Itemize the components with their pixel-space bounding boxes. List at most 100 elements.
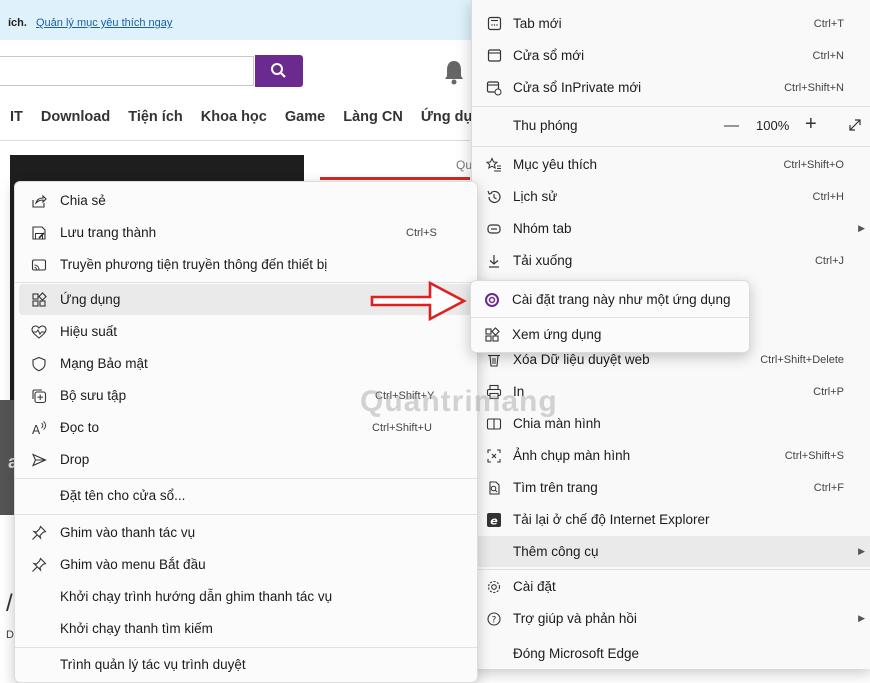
menu-item-ie-mode[interactable]: e Tải lại ở chế độ Internet Explorer <box>472 504 870 535</box>
menu-item-history[interactable]: Lịch sử Ctrl+H <box>472 181 870 212</box>
notice-text: ích. <box>8 17 27 29</box>
menu-label: Cài đặt <box>513 579 556 594</box>
menu-item-downloads[interactable]: Tải xuống Ctrl+J <box>472 245 870 276</box>
menu-item-install-app[interactable]: Cài đặt trang này như một ứng dụng <box>471 284 749 315</box>
section-underline <box>320 177 470 180</box>
menu-divider <box>472 106 870 107</box>
menu-item-drop[interactable]: Drop <box>15 444 477 475</box>
menu-label: Lịch sử <box>513 189 558 204</box>
zoom-value: 100% <box>756 118 790 133</box>
menu-item-view-apps[interactable]: Xem ứng dụng <box>471 319 749 350</box>
zoom-out-button[interactable]: — <box>724 117 739 134</box>
zoom-in-button[interactable]: + <box>805 113 817 136</box>
menu-label: Tải lại ở chế độ Internet Explorer <box>513 512 710 527</box>
install-app-icon <box>483 291 501 309</box>
share-icon <box>30 192 48 210</box>
nav-item[interactable]: Làng CN <box>343 109 403 125</box>
shortcut-text: Ctrl+N <box>812 49 844 62</box>
collections-icon <box>30 387 48 405</box>
nav-item[interactable]: Tiện ích <box>128 109 183 125</box>
apps-icon <box>30 291 48 309</box>
apps-submenu: Cài đặt trang này như một ứng dụng Xem ứ… <box>470 280 750 353</box>
menu-label: Tải xuống <box>513 253 573 268</box>
menu-item-task-manager[interactable]: Trình quản lý tác vụ trình duyệt <box>15 649 477 680</box>
menu-label: Đặt tên cho cửa sổ... <box>60 488 186 503</box>
more-tools-submenu: Chia sẻ Lưu trang thành Ctrl+S Truyền ph… <box>14 181 478 683</box>
menu-label: Tab mới <box>513 16 562 31</box>
menu-item-screenshot[interactable]: Ảnh chụp màn hình Ctrl+Shift+S <box>472 440 870 471</box>
menu-item-find[interactable]: Tìm trên trang Ctrl+F <box>472 472 870 503</box>
shortcut-text: Ctrl+P <box>813 385 844 398</box>
manage-favorites-link[interactable]: Quản lý mục yêu thích ngay <box>36 17 172 29</box>
menu-label: Trình quản lý tác vụ trình duyệt <box>60 657 246 672</box>
menu-item-pin-wizard[interactable]: Khởi chạy trình hướng dẫn ghim thanh tác… <box>15 581 477 612</box>
find-icon <box>485 479 503 497</box>
menu-item-help[interactable]: ? Trợ giúp và phản hồi ▶ <box>472 603 870 634</box>
drop-icon <box>30 451 48 469</box>
menu-item-settings[interactable]: Cài đặt <box>472 571 870 602</box>
menu-item-new-tab[interactable]: Tab mới Ctrl+T <box>472 8 870 39</box>
menu-label: Trợ giúp và phản hồi <box>513 611 637 626</box>
menu-item-secure-network[interactable]: Mạng Bảo mật <box>15 348 477 379</box>
menu-item-favorites[interactable]: Mục yêu thích Ctrl+Shift+O <box>472 149 870 180</box>
menu-label: Truyền phương tiện truyền thông đến thiế… <box>60 257 328 272</box>
menu-divider <box>471 317 749 318</box>
pin-icon <box>30 556 48 574</box>
site-search-input[interactable] <box>0 56 254 86</box>
menu-item-new-window[interactable]: Cửa sổ mới Ctrl+N <box>472 40 870 71</box>
menu-label: Cài đặt trang này như một ứng dụng <box>512 292 731 307</box>
nav-divider <box>0 140 470 141</box>
menu-divider <box>472 146 870 147</box>
menu-label: Drop <box>60 452 90 467</box>
menu-label: Mạng Bảo mật <box>60 356 148 371</box>
menu-item-share[interactable]: Chia sẻ <box>15 185 477 216</box>
shortcut-text: Ctrl+J <box>814 254 844 267</box>
menu-item-pin-start[interactable]: Ghim vào menu Bắt đầu <box>15 549 477 580</box>
submenu-arrow-icon: ▶ <box>858 223 865 233</box>
menu-item-name-window[interactable]: Đặt tên cho cửa sổ... <box>15 480 477 511</box>
menu-item-tab-groups[interactable]: Nhóm tab ▶ <box>472 213 870 244</box>
search-icon <box>271 63 286 78</box>
menu-item-inprivate[interactable]: Cửa sổ InPrivate mới Ctrl+Shift+N <box>472 72 870 103</box>
menu-label: Tìm trên trang <box>513 480 598 495</box>
fullscreen-icon[interactable] <box>847 117 863 136</box>
side-heading: Qu <box>456 158 473 172</box>
nav-item[interactable]: IT <box>10 109 23 125</box>
download-icon <box>485 252 503 270</box>
nav-item[interactable]: Game <box>285 109 325 125</box>
svg-text:A: A <box>32 423 41 436</box>
shortcut-text: Ctrl+F <box>813 481 844 494</box>
site-search-button[interactable] <box>255 55 303 87</box>
screenshot-icon <box>485 447 503 465</box>
menu-divider <box>15 647 477 648</box>
bell-icon[interactable] <box>442 58 466 86</box>
shortcut-text: Ctrl+T <box>813 17 844 30</box>
save-page-icon <box>30 224 48 242</box>
shortcut-text: Ctrl+H <box>812 190 844 203</box>
nav-item[interactable]: Download <box>41 109 110 125</box>
nav-item[interactable]: Khoa học <box>201 109 267 125</box>
menu-divider <box>472 569 870 570</box>
menu-item-pin-taskbar[interactable]: Ghim vào thanh tác vụ <box>15 517 477 548</box>
annotation-arrow-icon <box>370 280 467 322</box>
svg-text:?: ? <box>492 615 497 625</box>
new-window-icon <box>485 47 503 65</box>
shortcut-text: Ctrl+Shift+N <box>784 81 844 94</box>
menu-label: Chia sẻ <box>60 193 106 208</box>
menu-label: Khởi chạy thanh tìm kiếm <box>60 621 213 636</box>
submenu-arrow-icon: ▶ <box>858 546 865 556</box>
clear-data-icon <box>485 351 503 369</box>
menu-item-search-bar[interactable]: Khởi chạy thanh tìm kiếm <box>15 613 477 644</box>
menu-item-save-page[interactable]: Lưu trang thành Ctrl+S <box>15 217 477 248</box>
read-aloud-icon: A <box>30 419 48 437</box>
menu-label: Ghim vào menu Bắt đầu <box>60 557 206 572</box>
menu-item-close-edge[interactable]: Đóng Microsoft Edge <box>472 638 870 669</box>
menu-label: Bộ sưu tập <box>60 388 127 403</box>
favorites-bar-notice: ích. Quản lý mục yêu thích ngay <box>0 0 480 40</box>
shortcut-text: Ctrl+Shift+S <box>784 449 844 462</box>
shortcut-text: Ctrl+Shift+Delete <box>760 353 844 366</box>
submenu-arrow-icon: ▶ <box>858 613 865 623</box>
menu-label: Ảnh chụp màn hình <box>513 448 631 463</box>
menu-divider <box>15 478 477 479</box>
menu-item-more-tools[interactable]: Thêm công cụ ▶ <box>472 536 870 567</box>
